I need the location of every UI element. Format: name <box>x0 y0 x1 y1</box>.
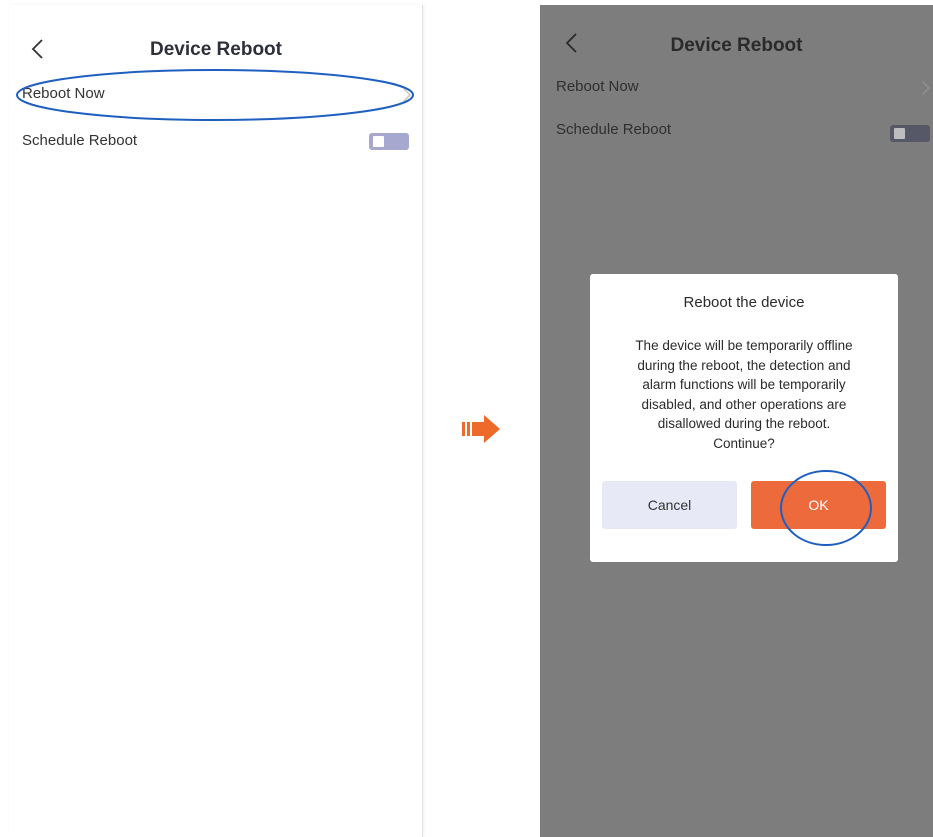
schedule-reboot-toggle[interactable] <box>369 133 409 150</box>
reboot-now-label: Reboot Now <box>22 85 105 102</box>
schedule-reboot-row: Schedule Reboot <box>540 121 933 161</box>
schedule-reboot-toggle[interactable] <box>890 125 930 142</box>
schedule-reboot-label: Schedule Reboot <box>22 132 138 149</box>
cancel-button[interactable]: Cancel <box>602 481 737 529</box>
device-reboot-confirm-screen: Device Reboot Reboot Now Schedule Reboot… <box>540 5 933 837</box>
arrow-right-icon <box>462 415 500 443</box>
device-reboot-screen: Device Reboot Reboot Now Schedule Reboot <box>10 5 423 837</box>
reboot-confirm-dialog: Reboot the device The device will be tem… <box>590 274 898 562</box>
schedule-reboot-row: Schedule Reboot <box>10 122 422 162</box>
toggle-knob <box>373 136 384 147</box>
page-title: Device Reboot <box>150 39 282 60</box>
ok-button[interactable]: OK <box>751 481 886 529</box>
dialog-title: Reboot the device <box>683 294 805 311</box>
reboot-now-row[interactable]: Reboot Now <box>10 75 422 115</box>
toggle-knob <box>894 128 905 139</box>
page-title: Device Reboot <box>670 35 803 56</box>
reboot-now-label: Reboot Now <box>556 78 639 95</box>
schedule-reboot-label: Schedule Reboot <box>556 121 672 138</box>
reboot-now-row[interactable]: Reboot Now <box>540 78 933 118</box>
canvas: Device Reboot Reboot Now Schedule Reboot <box>0 0 933 837</box>
chevron-right-icon <box>403 88 411 102</box>
chevron-right-icon <box>922 81 930 95</box>
dialog-message: The device will be temporarily offline d… <box>635 338 853 451</box>
